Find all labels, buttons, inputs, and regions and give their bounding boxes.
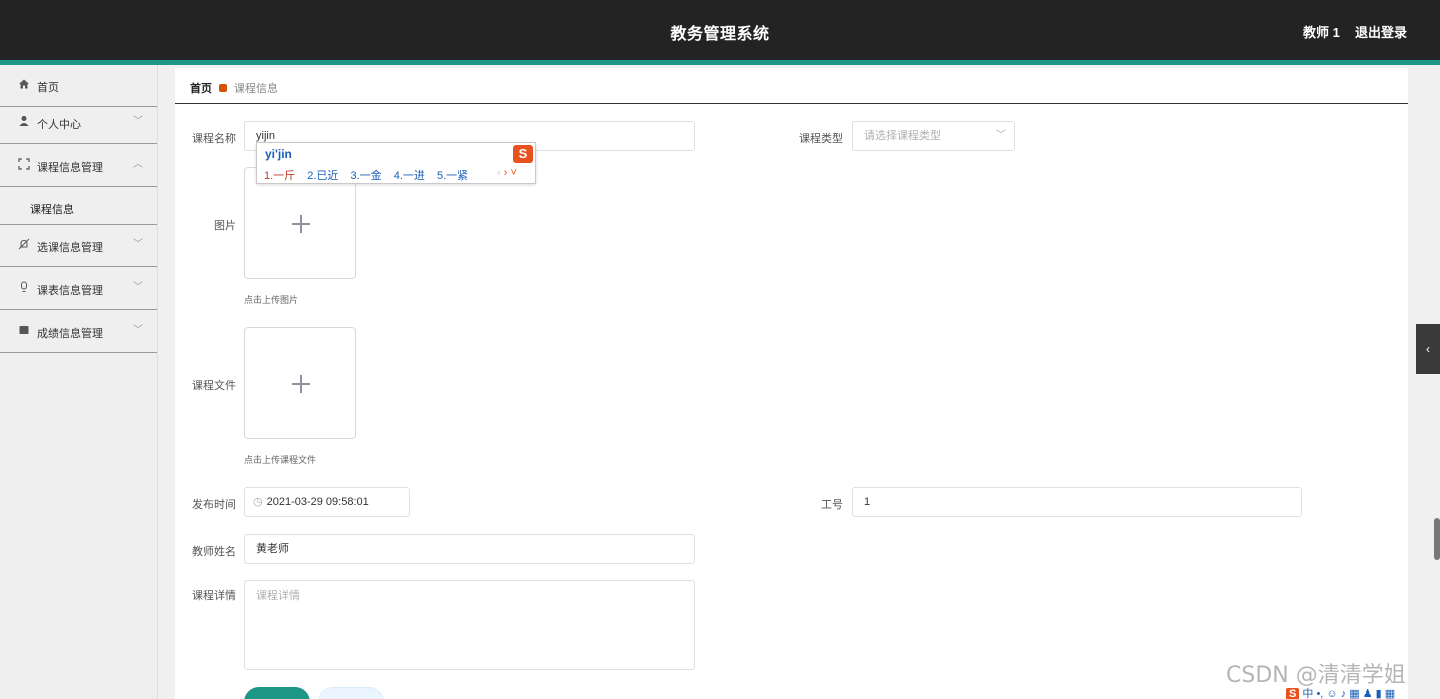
sidebar-item-label: 课表信息管理	[37, 285, 103, 297]
header-accent-bar	[0, 60, 1440, 65]
user-icon	[19, 116, 29, 126]
sidebar-item-label: 首页	[37, 82, 59, 94]
app-title: 教务管理系统	[670, 26, 770, 43]
page-scrollbar[interactable]	[1434, 68, 1440, 699]
breadcrumb-divider	[175, 103, 1408, 104]
bell-off-icon	[18, 238, 30, 250]
scrollbar-thumb[interactable]	[1434, 518, 1440, 560]
ime-candidate[interactable]: 4.一进	[394, 170, 425, 182]
frame-icon	[18, 158, 30, 170]
ime-candidate[interactable]: 1.一斤	[264, 170, 295, 182]
ime-candidate[interactable]: 3.一金	[351, 170, 382, 182]
ime-candidate[interactable]: 2.已近	[307, 170, 338, 182]
sidebar-item-label: 课程信息管理	[37, 162, 103, 174]
ime-candidate-popup: yi'jin S 1.一斤 2.已近 3.一金 4.一进 5.一紧 ‹ › ˅	[256, 142, 536, 184]
home-icon	[19, 79, 29, 89]
sidebar-item-profile[interactable]: 个人中心 ﹀	[0, 102, 157, 144]
clock-icon: ◷	[253, 496, 263, 508]
ime-candidate[interactable]: 5.一紧	[437, 170, 468, 182]
breadcrumb: 首页 课程信息	[190, 80, 278, 96]
detail-label: 课程详情	[192, 590, 236, 602]
bulb-icon	[21, 281, 27, 292]
file-label: 课程文件	[192, 380, 236, 392]
course-name-label: 课程名称	[192, 133, 236, 145]
cancel-button[interactable]	[318, 687, 384, 699]
sidebar-item-selection-manage[interactable]: 选课信息管理 ﹀	[0, 225, 157, 267]
file-upload[interactable]	[244, 327, 356, 439]
sidebar-subitem-course-info[interactable]: 课程信息	[0, 187, 157, 225]
sidebar-item-label: 选课信息管理	[37, 242, 103, 254]
detail-textarea[interactable]: 课程详情	[244, 580, 695, 670]
sidebar-item-label: 成绩信息管理	[37, 328, 103, 340]
chevron-down-icon: ﹀	[133, 325, 143, 336]
sidebar: 首页 个人中心 ﹀ 课程信息管理 ︿ 课程信息 选课信息管理 ﹀ 课表信息管理 …	[0, 65, 158, 699]
plus-icon-vertical	[300, 215, 302, 233]
sidebar-item-course-manage[interactable]: 课程信息管理 ︿	[0, 145, 157, 187]
submit-button[interactable]	[244, 687, 310, 699]
sidebar-item-label: 个人中心	[37, 119, 81, 131]
work-id-input[interactable]: 1	[852, 487, 1302, 517]
image-upload-hint: 点击上传图片	[244, 295, 299, 305]
sogou-tray-icon: S	[1286, 688, 1300, 699]
sogou-logo-icon: S	[513, 145, 533, 163]
course-type-label: 课程类型	[799, 133, 843, 145]
logout-link[interactable]: 退出登录	[1355, 22, 1407, 41]
chevron-down-icon: ﹀	[133, 239, 143, 250]
breadcrumb-separator-icon	[219, 84, 227, 92]
chevron-down-icon: ﹀	[996, 130, 1006, 141]
breadcrumb-home[interactable]: 首页	[190, 83, 212, 95]
sidebar-item-home[interactable]: 首页	[0, 65, 157, 107]
course-type-placeholder: 请选择课程类型	[864, 130, 941, 142]
current-user: 教师 1	[1303, 25, 1340, 40]
sidebar-item-grade-manage[interactable]: 成绩信息管理 ﹀	[0, 311, 157, 353]
box-icon	[19, 326, 29, 334]
ime-candidates: 1.一斤 2.已近 3.一金 4.一进 5.一紧	[264, 167, 477, 183]
work-id-label: 工号	[821, 499, 843, 511]
breadcrumb-current: 课程信息	[234, 83, 278, 95]
chevron-down-icon: ﹀	[133, 282, 143, 293]
sidebar-subitem-label: 课程信息	[30, 204, 74, 216]
ime-page-nav-icon[interactable]: ‹ › ˅	[497, 167, 517, 179]
publish-time-label: 发布时间	[192, 499, 236, 511]
publish-time-value: 2021-03-29 09:58:01	[266, 496, 369, 508]
teacher-name-label: 教师姓名	[192, 546, 236, 558]
collapse-panel-handle[interactable]: ‹	[1416, 324, 1440, 374]
course-type-select[interactable]: 请选择课程类型 ﹀	[852, 121, 1015, 151]
top-header: 教务管理系统 教师 1 退出登录	[0, 0, 1440, 60]
teacher-name-input[interactable]: 黄老师	[244, 534, 695, 564]
image-label: 图片	[214, 220, 236, 232]
chevron-down-icon: ﹀	[133, 116, 143, 127]
publish-time-picker[interactable]: ◷ 2021-03-29 09:58:01	[244, 487, 410, 517]
sidebar-item-schedule-manage[interactable]: 课表信息管理 ﹀	[0, 268, 157, 310]
ime-pinyin: yi'jin	[265, 147, 292, 161]
chevron-up-icon: ︿	[133, 159, 143, 170]
plus-icon-vertical	[300, 375, 302, 393]
file-upload-hint: 点击上传课程文件	[244, 455, 317, 465]
ime-status-tray: S 中 •, ☺ ♪ ▦ ♟ ▮ ▦	[1286, 685, 1395, 699]
